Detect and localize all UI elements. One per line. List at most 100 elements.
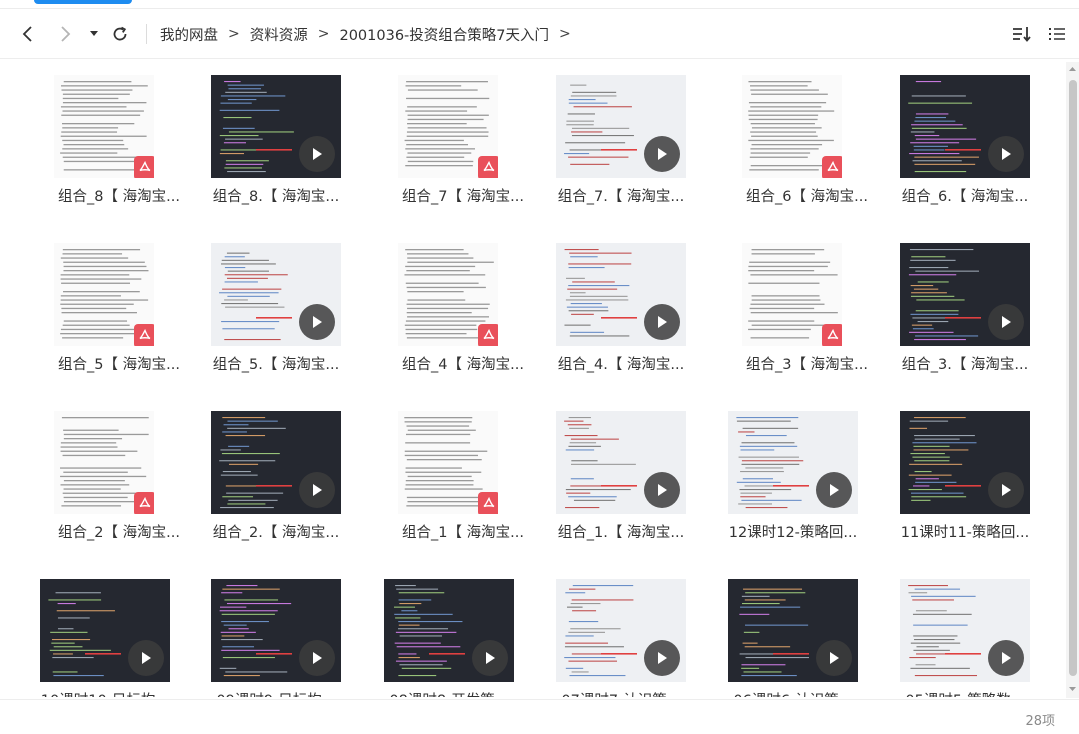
- list-view-icon: [1049, 28, 1065, 40]
- chevron-right-icon: [61, 26, 71, 42]
- file-thumbnail: [398, 243, 498, 346]
- file-name-label: 组合_3.【 海淘宝...: [901, 357, 1029, 373]
- forward-button[interactable]: [50, 19, 80, 49]
- play-icon[interactable]: [988, 136, 1024, 172]
- video-file-tile[interactable]: 07课时7-认识策...: [556, 563, 716, 697]
- play-triangle-icon: [1002, 652, 1011, 664]
- file-thumbnail: [900, 579, 1030, 682]
- pdf-file-tile[interactable]: 组合_2【 海淘宝...: [40, 395, 200, 563]
- play-triangle-icon: [658, 148, 667, 160]
- active-tab-indicator: [34, 0, 132, 4]
- history-dropdown-button[interactable]: [82, 19, 106, 49]
- play-icon[interactable]: [128, 640, 164, 676]
- pdf-file-tile[interactable]: 组合_8【 海淘宝...: [40, 59, 200, 227]
- pdf-icon: [134, 324, 154, 346]
- file-name-label: 12课时12-策略回...: [728, 525, 858, 541]
- scroll-up-icon[interactable]: [1068, 64, 1077, 74]
- play-icon[interactable]: [299, 640, 335, 676]
- file-name-label: 组合_7.【 海淘宝...: [557, 189, 685, 205]
- chevron-left-icon: [22, 26, 32, 42]
- video-file-tile[interactable]: 组合_7.【 海淘宝...: [556, 59, 716, 227]
- file-thumbnail: [211, 75, 341, 178]
- back-button[interactable]: [13, 19, 43, 49]
- video-file-tile[interactable]: 组合_2.【 海淘宝...: [211, 395, 371, 563]
- play-icon[interactable]: [644, 136, 680, 172]
- pdf-file-tile[interactable]: 组合_1【 海淘宝...: [384, 395, 544, 563]
- file-name-label: 组合_3【 海淘宝...: [746, 357, 868, 373]
- play-icon[interactable]: [472, 640, 508, 676]
- video-file-tile[interactable]: 05课时5-策略数...: [900, 563, 1060, 697]
- play-icon[interactable]: [644, 304, 680, 340]
- pdf-icon: [478, 156, 498, 178]
- play-icon[interactable]: [299, 472, 335, 508]
- play-triangle-icon: [142, 652, 151, 664]
- sort-button[interactable]: [1008, 20, 1036, 48]
- file-name-label: 组合_6.【 海淘宝...: [901, 189, 1029, 205]
- refresh-button[interactable]: [105, 19, 135, 49]
- play-icon[interactable]: [816, 640, 852, 676]
- file-thumbnail: [742, 75, 842, 178]
- play-icon[interactable]: [644, 640, 680, 676]
- play-triangle-icon: [313, 148, 322, 160]
- video-file-tile[interactable]: 组合_8.【 海淘宝...: [211, 59, 371, 227]
- play-icon[interactable]: [299, 304, 335, 340]
- pdf-glyph-icon: [139, 161, 151, 172]
- file-grid: 组合_8【 海淘宝... 组合_8.【 海淘宝... 组合_7【 海淘宝... 组合_…: [0, 59, 1064, 697]
- file-thumbnail: [556, 243, 686, 346]
- scroll-down-icon[interactable]: [1068, 684, 1077, 694]
- play-icon[interactable]: [988, 472, 1024, 508]
- play-triangle-icon: [1002, 148, 1011, 160]
- video-file-tile[interactable]: 09课时9-目标构...: [211, 563, 371, 697]
- file-name-label: 06课时6-认识策...: [713, 689, 873, 697]
- video-file-tile[interactable]: 组合_1.【 海淘宝...: [556, 395, 716, 563]
- pdf-file-tile[interactable]: 组合_3【 海淘宝...: [728, 227, 888, 395]
- file-name-label: 组合_1.【 海淘宝...: [557, 525, 685, 541]
- pdf-file-tile[interactable]: 组合_5【 海淘宝...: [40, 227, 200, 395]
- play-icon[interactable]: [299, 136, 335, 172]
- video-file-tile[interactable]: 组合_5.【 海淘宝...: [211, 227, 371, 395]
- pdf-icon: [822, 324, 842, 346]
- pdf-file-tile[interactable]: 组合_6【 海淘宝...: [728, 59, 888, 227]
- video-file-tile[interactable]: 08课时8-开发策...: [384, 563, 544, 697]
- status-bar: 28项: [0, 699, 1079, 734]
- pdf-file-tile[interactable]: 组合_7【 海淘宝...: [384, 59, 544, 227]
- pdf-glyph-icon: [483, 329, 495, 340]
- video-file-tile[interactable]: 11课时11-策略回...: [900, 395, 1060, 563]
- pdf-glyph-icon: [483, 161, 495, 172]
- video-file-tile[interactable]: 组合_3.【 海淘宝...: [900, 227, 1060, 395]
- file-thumbnail: [900, 75, 1030, 178]
- video-file-tile[interactable]: 12课时12-策略回...: [728, 395, 888, 563]
- pdf-glyph-icon: [139, 497, 151, 508]
- video-file-tile[interactable]: 组合_6.【 海淘宝...: [900, 59, 1060, 227]
- file-name-label: 组合_2.【 海淘宝...: [212, 525, 340, 541]
- play-triangle-icon: [313, 652, 322, 664]
- video-file-tile[interactable]: 组合_4.【 海淘宝...: [556, 227, 716, 395]
- item-count: 28项: [1025, 714, 1055, 729]
- file-thumbnail: [742, 243, 842, 346]
- pdf-icon: [134, 492, 154, 514]
- play-icon[interactable]: [988, 304, 1024, 340]
- play-icon[interactable]: [816, 472, 852, 508]
- file-thumbnail: [900, 411, 1030, 514]
- breadcrumb-item[interactable]: 我的网盘: [158, 24, 220, 45]
- play-triangle-icon: [1002, 484, 1011, 496]
- breadcrumb-item[interactable]: 资料资源: [248, 24, 310, 45]
- file-thumbnail: [54, 243, 154, 346]
- file-thumbnail: [728, 411, 858, 514]
- file-name-label: 组合_1【 海淘宝...: [402, 525, 524, 541]
- play-icon[interactable]: [988, 640, 1024, 676]
- video-file-tile[interactable]: 10课时10-目标构...: [40, 563, 200, 697]
- file-thumbnail: [556, 75, 686, 178]
- pdf-icon: [822, 156, 842, 178]
- scrollbar-thumb[interactable]: [1069, 80, 1077, 676]
- pdf-file-tile[interactable]: 组合_4【 海淘宝...: [384, 227, 544, 395]
- play-icon[interactable]: [644, 472, 680, 508]
- breadcrumb-item[interactable]: 2001036-投资组合策略7天入门: [337, 24, 551, 45]
- play-triangle-icon: [486, 652, 495, 664]
- breadcrumb-separator: >: [317, 26, 330, 42]
- play-triangle-icon: [313, 484, 322, 496]
- file-name-label: 组合_6【 海淘宝...: [746, 189, 868, 205]
- video-file-tile[interactable]: 06课时6-认识策...: [728, 563, 888, 697]
- view-mode-button[interactable]: [1043, 20, 1071, 48]
- file-thumbnail: [40, 579, 170, 682]
